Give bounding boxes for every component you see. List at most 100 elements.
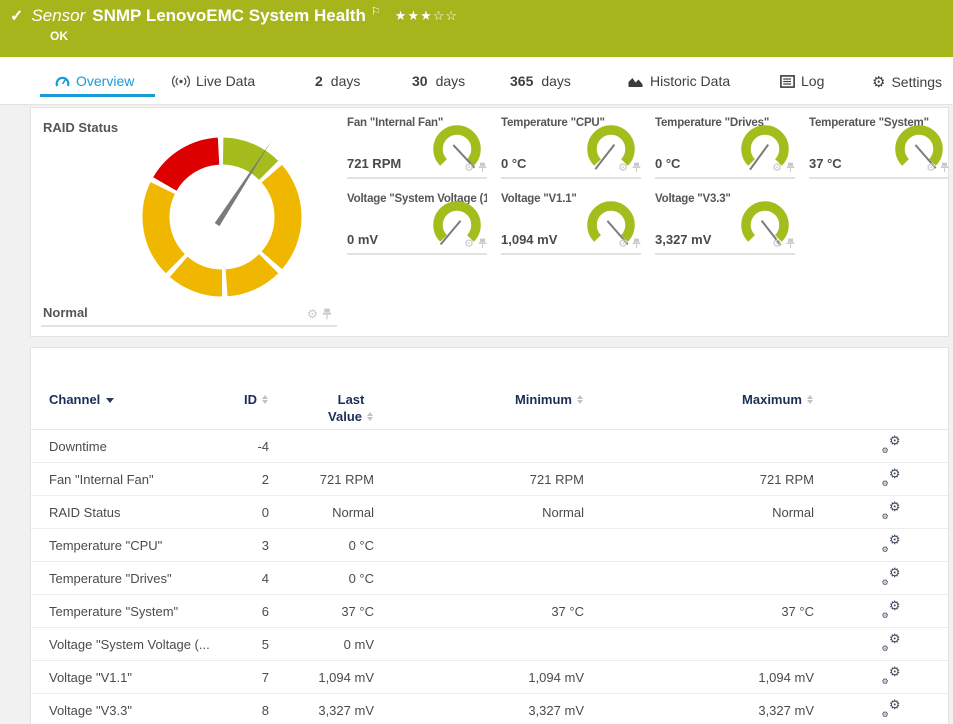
tab-number: 30 bbox=[412, 73, 428, 89]
gauge-settings-gear-icon[interactable]: ⚙ bbox=[464, 161, 474, 174]
object-kind-label: Sensor bbox=[31, 6, 85, 26]
tab-log[interactable]: Log bbox=[780, 73, 824, 89]
sort-desc-icon bbox=[106, 398, 114, 403]
channel-maximum: 3,327 mV bbox=[584, 703, 814, 718]
channel-name: Fan "Internal Fan" bbox=[49, 472, 239, 487]
table-row[interactable]: Fan "Internal Fan" 2 721 RPM 721 RPM 721… bbox=[31, 463, 948, 496]
channel-maximum: 1,094 mV bbox=[584, 670, 814, 685]
tab-settings[interactable]: ⚙ Settings bbox=[872, 73, 942, 91]
channel-settings-icon[interactable]: ⚙⚙ bbox=[882, 568, 901, 585]
status-badge: OK bbox=[50, 29, 68, 43]
panel-underline bbox=[41, 325, 337, 327]
header-id[interactable]: ID bbox=[239, 391, 269, 425]
channel-last-value: 721 RPM bbox=[269, 472, 374, 487]
channel-last-value: 37 °C bbox=[269, 604, 374, 619]
channel-maximum: 721 RPM bbox=[584, 472, 814, 487]
table-row[interactable]: Temperature "Drives" 4 0 °C ⚙⚙ bbox=[31, 562, 948, 595]
tab-historic-data[interactable]: Historic Data bbox=[627, 73, 730, 89]
channel-settings-icon[interactable]: ⚙⚙ bbox=[882, 436, 901, 453]
channel-minimum: 721 RPM bbox=[374, 472, 584, 487]
gauge-panel: Temperature "CPU" 0 °C ⚙ bbox=[501, 115, 641, 179]
gauge-panel: Voltage "System Voltage (12... 0 mV ⚙ bbox=[347, 191, 487, 255]
page-title: SNMP LenovoEMC System Health bbox=[92, 6, 366, 26]
channel-last-value: Normal bbox=[269, 505, 374, 520]
table-body: Downtime -4 ⚙⚙ Fan "Internal Fan" 2 721 … bbox=[31, 430, 948, 724]
channel-id: 6 bbox=[239, 604, 269, 619]
table-row[interactable]: Temperature "System" 6 37 °C 37 °C 37 °C… bbox=[31, 595, 948, 628]
gauge-value: 37 °C bbox=[809, 156, 842, 171]
header-maximum[interactable]: Maximum bbox=[584, 391, 814, 425]
channel-name: Voltage "V3.3" bbox=[49, 703, 239, 718]
table-row[interactable]: Temperature "CPU" 3 0 °C ⚙⚙ bbox=[31, 529, 948, 562]
tab-overview[interactable]: Overview bbox=[55, 73, 134, 89]
channel-settings-icon[interactable]: ⚙⚙ bbox=[882, 700, 901, 717]
gauge-value: 3,327 mV bbox=[655, 232, 711, 247]
table-row[interactable]: Voltage "System Voltage (... 5 0 mV ⚙⚙ bbox=[31, 628, 948, 661]
gauge-settings-gear-icon[interactable]: ⚙ bbox=[772, 237, 782, 250]
channel-name: RAID Status bbox=[49, 505, 239, 520]
tab-label: days bbox=[331, 73, 361, 89]
tab-label: Live Data bbox=[196, 73, 255, 89]
pin-icon[interactable] bbox=[478, 162, 487, 173]
priority-stars[interactable]: ★★★☆☆ bbox=[395, 8, 458, 24]
channel-name: Voltage "V1.1" bbox=[49, 670, 239, 685]
pin-icon[interactable] bbox=[940, 162, 949, 173]
pin-icon[interactable] bbox=[322, 308, 332, 320]
pin-icon[interactable] bbox=[786, 162, 795, 173]
tab-2-days[interactable]: 2 days bbox=[315, 73, 360, 89]
pin-icon[interactable] bbox=[786, 238, 795, 249]
tab-label: Historic Data bbox=[650, 73, 730, 89]
table-row[interactable]: RAID Status 0 Normal Normal Normal ⚙⚙ bbox=[31, 496, 948, 529]
channel-name: Temperature "CPU" bbox=[49, 538, 239, 553]
channel-settings-icon[interactable]: ⚙⚙ bbox=[882, 601, 901, 618]
channel-minimum: 37 °C bbox=[374, 604, 584, 619]
tab-30-days[interactable]: 30 days bbox=[412, 73, 465, 89]
header-channel[interactable]: Channel bbox=[49, 391, 239, 425]
tab-label: Overview bbox=[76, 73, 134, 89]
tab-number: 2 bbox=[315, 73, 323, 89]
pin-icon[interactable] bbox=[632, 162, 641, 173]
gauge-value: 0 °C bbox=[655, 156, 680, 171]
tab-365-days[interactable]: 365 days bbox=[510, 73, 571, 89]
area-chart-icon bbox=[627, 75, 644, 88]
tab-live-data[interactable]: Live Data bbox=[172, 73, 255, 89]
channel-name: Temperature "Drives" bbox=[49, 571, 239, 586]
small-gauges-grid: Fan "Internal Fan" 721 RPM ⚙ Temperature… bbox=[347, 115, 949, 255]
gauge-settings-gear-icon[interactable]: ⚙ bbox=[618, 237, 628, 250]
channel-settings-icon[interactable]: ⚙⚙ bbox=[882, 469, 901, 486]
gauge-value: 1,094 mV bbox=[501, 232, 557, 247]
pin-icon[interactable] bbox=[478, 238, 487, 249]
table-row[interactable]: Downtime -4 ⚙⚙ bbox=[31, 430, 948, 463]
table-row[interactable]: Voltage "V1.1" 7 1,094 mV 1,094 mV 1,094… bbox=[31, 661, 948, 694]
channels-table-panel: Channel ID Last Value Minimum Maximum Do… bbox=[30, 347, 949, 724]
table-row[interactable]: Voltage "V3.3" 8 3,327 mV 3,327 mV 3,327… bbox=[31, 694, 948, 724]
sort-icon bbox=[807, 395, 814, 404]
channel-minimum: 3,327 mV bbox=[374, 703, 584, 718]
channel-name: Voltage "System Voltage (... bbox=[49, 637, 239, 652]
channel-settings-icon[interactable]: ⚙⚙ bbox=[882, 535, 901, 552]
tab-label: Log bbox=[801, 73, 824, 89]
channel-id: 2 bbox=[239, 472, 269, 487]
sort-icon bbox=[262, 395, 269, 404]
raid-gauge-dial bbox=[127, 122, 317, 312]
channel-settings-icon[interactable]: ⚙⚙ bbox=[882, 502, 901, 519]
channel-minimum: Normal bbox=[374, 505, 584, 520]
gauge-settings-gear-icon[interactable]: ⚙ bbox=[307, 307, 318, 321]
gauge-value: 0 mV bbox=[347, 232, 378, 247]
header-last-value[interactable]: Last Value bbox=[328, 391, 374, 425]
channel-maximum: 37 °C bbox=[584, 604, 814, 619]
gauge-settings-gear-icon[interactable]: ⚙ bbox=[772, 161, 782, 174]
header-minimum[interactable]: Minimum bbox=[374, 391, 584, 425]
gauge-settings-gear-icon[interactable]: ⚙ bbox=[464, 237, 474, 250]
channel-maximum: Normal bbox=[584, 505, 814, 520]
pin-icon[interactable] bbox=[632, 238, 641, 249]
gauge-settings-gear-icon[interactable]: ⚙ bbox=[618, 161, 628, 174]
gear-icon: ⚙ bbox=[872, 73, 885, 91]
channel-id: 4 bbox=[239, 571, 269, 586]
tab-number: 365 bbox=[510, 73, 533, 89]
gauge-settings-gear-icon[interactable]: ⚙ bbox=[926, 161, 936, 174]
channel-settings-icon[interactable]: ⚙⚙ bbox=[882, 634, 901, 651]
flag-icon[interactable]: ⚐ bbox=[371, 5, 381, 18]
channel-settings-icon[interactable]: ⚙⚙ bbox=[882, 667, 901, 684]
raid-gauge-title: RAID Status bbox=[43, 120, 118, 135]
